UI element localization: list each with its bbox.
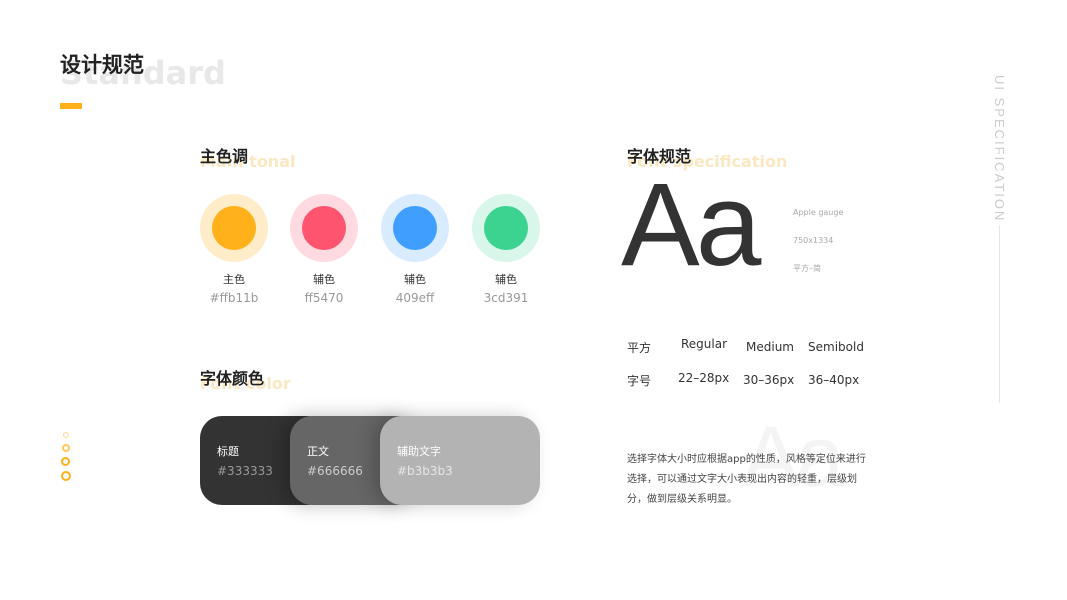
swatch-dot	[393, 206, 437, 250]
font-colors-title: 字体颜色	[200, 369, 265, 388]
swatch-name: 主色	[223, 273, 245, 286]
color-swatch-secondary-1: 辅色 ff5470	[290, 194, 358, 305]
font-color-cards: 标题 #333333 正文 #666666 辅助文字 #b3b3b3	[200, 416, 540, 505]
side-divider-line	[999, 225, 1000, 403]
swatch-ring	[472, 194, 540, 262]
spec-weight-medium: Medium	[746, 340, 794, 354]
swatch-code: ff5470	[304, 291, 344, 305]
card-label: 辅助文字	[397, 445, 441, 458]
card-label: 标题	[217, 445, 239, 458]
spec-size-medium: 30–36px	[743, 373, 795, 387]
color-swatch-secondary-2: 辅色 409eff	[381, 194, 449, 305]
swatch-dot	[302, 206, 346, 250]
spec-weight-semibold: Semibold	[808, 340, 864, 354]
swatch-ring	[381, 194, 449, 262]
swatch-name: 辅色	[313, 273, 335, 286]
card-label: 正文	[307, 445, 329, 458]
swatch-dot	[484, 206, 528, 250]
primary-colors-title: 主色调	[200, 147, 249, 166]
font-meta-device: Apple gauge	[793, 208, 844, 217]
swatch-ring	[200, 194, 268, 262]
font-color-card-aux: 辅助文字 #b3b3b3	[380, 416, 540, 505]
card-code: #333333	[217, 464, 273, 478]
side-vertical-label: UI SPECIFICATION	[992, 75, 1007, 223]
decor-dot-1	[63, 432, 69, 438]
swatch-name: 辅色	[495, 273, 517, 286]
page-title: 设计规范	[60, 53, 144, 77]
color-swatch-main: 主色 #ffb11b	[200, 194, 268, 305]
font-meta-size: 750x1334	[793, 236, 834, 245]
spec-row-label-font: 平方	[627, 341, 652, 355]
color-swatch-secondary-3: 辅色 3cd391	[472, 194, 540, 305]
card-code: #666666	[307, 464, 363, 478]
card-code: #b3b3b3	[397, 464, 453, 478]
spec-size-regular: 22–28px	[678, 371, 730, 385]
decor-dot-2	[62, 444, 70, 452]
spec-row-label-size: 字号	[627, 374, 652, 388]
title-accent-bar	[60, 103, 82, 109]
font-spec-description: 选择字体大小时应根据app的性质，风格等定位来进行选择，可以通过文字大小表现出内…	[627, 454, 866, 505]
swatch-ring	[290, 194, 358, 262]
spec-size-semibold: 36–40px	[808, 373, 860, 387]
swatch-dot	[212, 206, 256, 250]
spec-weight-regular: Regular	[681, 337, 728, 351]
font-sample: Aa	[621, 159, 761, 291]
decor-dot-3	[61, 457, 70, 466]
font-meta-family: 平方–简	[793, 264, 821, 273]
swatch-code: #ffb11b	[209, 291, 259, 305]
decor-dot-4	[61, 471, 71, 481]
swatch-code: 3cd391	[483, 291, 529, 305]
swatch-code: 409eff	[395, 291, 435, 305]
swatch-name: 辅色	[404, 273, 426, 286]
